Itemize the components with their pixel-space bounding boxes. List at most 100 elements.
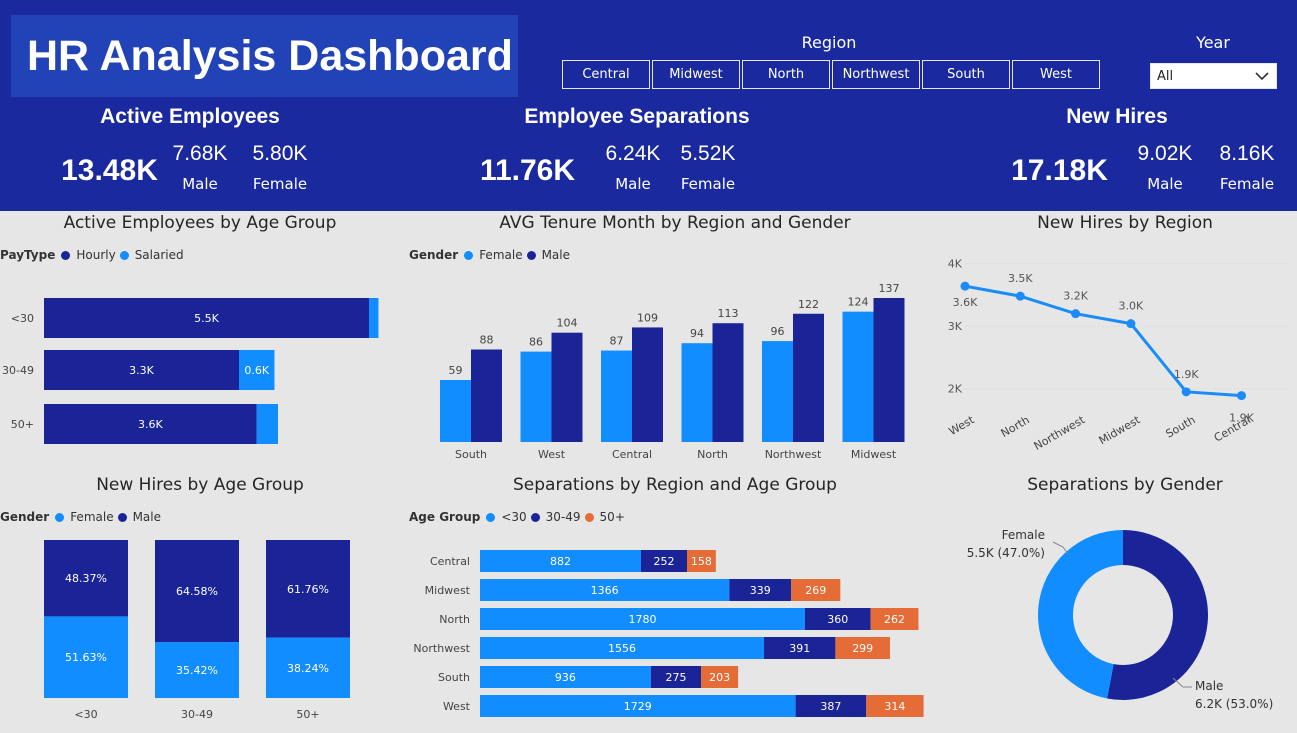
bar — [793, 313, 824, 442]
data-label: 0.6K — [244, 364, 269, 377]
chart-hires-by-age: 48.37% 51.63% <30 64.58% 35.42% 30-49 61.76% 38… — [44, 540, 350, 721]
legend-title: Gender — [409, 248, 459, 262]
chevron-down-icon — [1255, 72, 1269, 81]
region-slicer-label: Region — [801, 33, 857, 52]
bar — [440, 379, 471, 442]
data-label: 122 — [798, 298, 819, 311]
kpi-hires-female: 8.16K — [1219, 142, 1275, 165]
legend-item: Salaried — [134, 248, 184, 262]
axis-label: South — [455, 448, 487, 461]
legend-item: <30 — [501, 510, 527, 524]
axis-label: Midwest — [851, 448, 897, 461]
data-label: 124 — [848, 296, 869, 309]
axis-label: South — [1164, 413, 1198, 440]
data-label: 1556 — [608, 642, 636, 655]
year-dropdown[interactable]: All — [1150, 63, 1277, 89]
axis-label: <30 — [74, 708, 97, 721]
data-label: 5.5K — [194, 312, 219, 325]
axis-label: Midwest — [425, 584, 471, 597]
axis-label: Northwest — [765, 448, 822, 461]
data-label: 158 — [691, 555, 712, 568]
chart-title-separations-region: Separations by Region and Age Group — [513, 475, 837, 495]
data-label: 1366 — [591, 584, 619, 597]
legend-gender-hires: Gender Female Male — [0, 510, 161, 524]
region-button-south[interactable]: South — [922, 60, 1010, 89]
region-button-northwest[interactable]: Northwest — [832, 60, 920, 89]
data-label: 1729 — [624, 700, 652, 713]
data-label: 109 — [637, 311, 658, 324]
region-button-central[interactable]: Central — [562, 60, 650, 89]
legend-dot — [55, 512, 65, 522]
data-label: 61.76% — [287, 583, 329, 596]
data-label: 3.3K — [129, 364, 154, 377]
legend-dot — [119, 250, 129, 260]
legend-gender-tenure: Gender Female Male — [409, 248, 570, 262]
chart-title-active-by-age: Active Employees by Age Group — [63, 213, 337, 233]
data-label: 1.9K — [1174, 368, 1199, 381]
data-point — [1015, 291, 1025, 301]
chart-title-hires-by-age: New Hires by Age Group — [96, 475, 304, 495]
data-label: 3.2K — [1063, 290, 1088, 303]
slice-label: Male — [1195, 679, 1223, 693]
legend-dot — [530, 512, 540, 522]
legend-dot — [117, 512, 127, 522]
legend-title: Gender — [0, 510, 50, 524]
axis-label: North — [999, 413, 1032, 440]
data-label: 360 — [827, 613, 848, 626]
axis-label: Northwest — [1032, 413, 1088, 452]
pie-slice-female — [1038, 530, 1123, 699]
kpi-active-title: Active Employees — [100, 105, 280, 128]
data-label: 3.5K — [1008, 272, 1033, 285]
chart-title-separations-gender: Separations by Gender — [1027, 475, 1223, 495]
data-point — [960, 281, 970, 291]
axis-label: 50+ — [296, 708, 319, 721]
chart-separations-by-gender: Female 5.5K (47.0%) Male 6.2K (53.0%) — [967, 528, 1274, 711]
kpi-separations-total: 11.76K — [479, 154, 576, 187]
kpi-separations-female-label: Female — [680, 175, 736, 193]
kpi-separations-title: Employee Separations — [524, 105, 750, 128]
legend-item: 50+ — [599, 510, 625, 524]
axis-label: South — [438, 671, 470, 684]
chart-title-hires-by-region: New Hires by Region — [1037, 213, 1213, 233]
data-label: 87 — [610, 335, 624, 348]
chart-separations-by-region: Central 882 252 158 Midwest 1366 339 269 North 17… — [413, 550, 924, 717]
bar — [520, 351, 552, 442]
legend-item: Male — [541, 248, 571, 262]
data-label: 314 — [884, 700, 905, 713]
data-label: 252 — [654, 555, 675, 568]
data-label: 88 — [480, 334, 494, 347]
kpi-hires-total: 17.18K — [1011, 154, 1108, 187]
legend-item: 30-49 — [545, 510, 581, 524]
data-point — [1237, 391, 1246, 401]
kpi-separations-female: 5.52K — [680, 142, 736, 165]
legend-paytype: PayType Hourly Salaried — [0, 248, 184, 262]
legend-dot — [486, 512, 496, 522]
bar — [681, 343, 713, 442]
data-label: 104 — [557, 317, 578, 330]
tick-label: 2K — [948, 383, 963, 396]
region-button-north[interactable]: North — [742, 60, 830, 89]
slice-value: 5.5K (47.0%) — [967, 546, 1045, 560]
axis-label: 50+ — [11, 418, 34, 431]
data-label: 59 — [449, 364, 463, 377]
data-label: 339 — [750, 584, 771, 597]
data-label: 51.63% — [65, 651, 107, 664]
kpi-hires-male: 9.02K — [1137, 142, 1193, 165]
axis-label: 30-49 — [181, 708, 213, 721]
region-button-west[interactable]: West — [1012, 60, 1100, 89]
axis-label: West — [538, 448, 566, 461]
tick-label: 4K — [948, 258, 963, 271]
data-label: 269 — [805, 584, 826, 597]
dashboard-title: HR Analysis Dashboard — [27, 31, 513, 80]
legend-item: Male — [132, 510, 162, 524]
kpi-active-male: 7.68K — [172, 142, 228, 165]
legend-title: Age Group — [409, 510, 481, 524]
year-dropdown-value: All — [1157, 68, 1174, 84]
axis-label: North — [439, 613, 470, 626]
data-label: 299 — [852, 642, 873, 655]
data-label: 35.42% — [176, 664, 218, 677]
legend-dot — [464, 250, 474, 260]
region-button-midwest[interactable]: Midwest — [652, 60, 740, 89]
data-label: 387 — [820, 700, 841, 713]
data-label: 113 — [718, 307, 739, 320]
